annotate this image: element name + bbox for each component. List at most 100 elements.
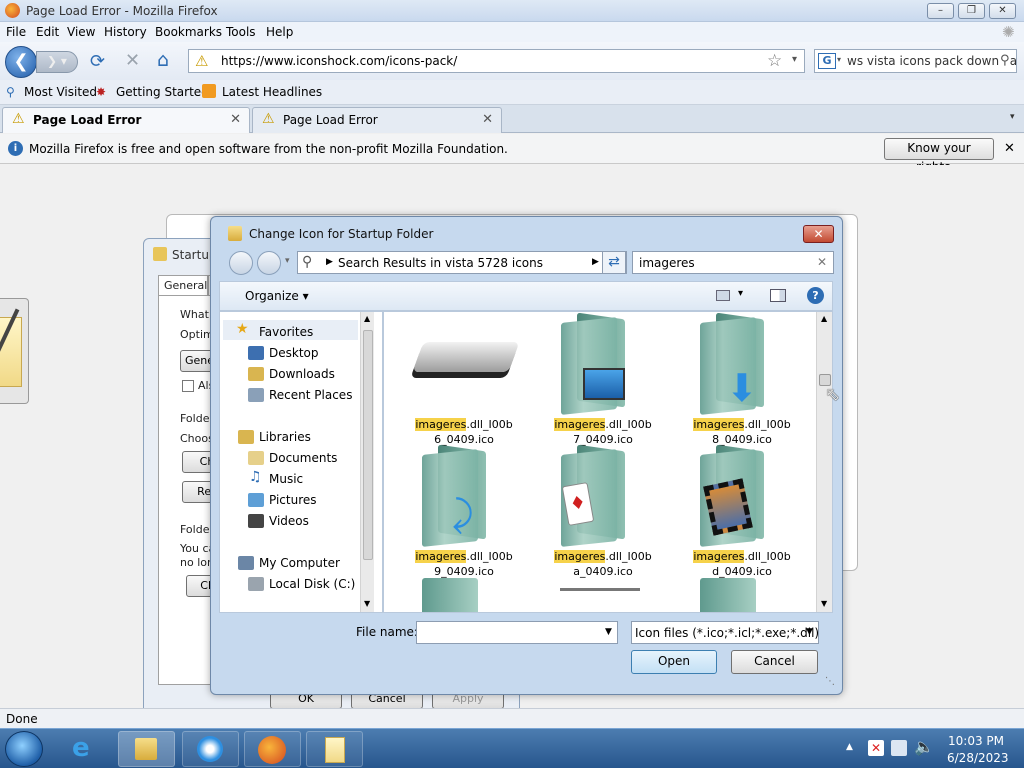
nav-local-disk[interactable]: Local Disk (C:) bbox=[269, 577, 355, 591]
file-name-input[interactable]: ▼ bbox=[416, 621, 618, 644]
list-item[interactable]: imageres.dll_I00b 7_0409.ico bbox=[535, 312, 671, 446]
nav-favorites[interactable]: Favorites bbox=[259, 325, 313, 339]
refresh-icon[interactable]: ⇄ bbox=[602, 251, 626, 274]
dialog-back-button[interactable] bbox=[229, 251, 253, 275]
address-bar[interactable]: ⚲ ▶ Search Results in vista 5728 icons ▶… bbox=[297, 251, 627, 274]
close-notification-icon[interactable]: ✕ bbox=[1004, 141, 1015, 156]
taskbar-firefox[interactable] bbox=[244, 731, 301, 767]
filename-match: imageres bbox=[554, 418, 606, 431]
close-tab-icon[interactable]: ✕ bbox=[482, 112, 493, 127]
preview-pane-icon[interactable] bbox=[770, 289, 786, 302]
breadcrumb-arrow-icon[interactable]: ▶ bbox=[592, 257, 599, 267]
nav-my-computer[interactable]: My Computer bbox=[259, 556, 340, 570]
list-item[interactable]: ⤸ imageres.dll_I00b 9_0409.ico bbox=[396, 444, 532, 578]
file-type-dropdown-icon[interactable]: ▼ bbox=[806, 627, 813, 637]
monitor-icon bbox=[583, 368, 625, 400]
nav-documents[interactable]: Documents bbox=[269, 451, 337, 465]
stop-icon[interactable]: ✕ bbox=[125, 50, 140, 71]
clear-search-icon[interactable]: ✕ bbox=[817, 255, 827, 269]
filename-text: .dll_I00b bbox=[744, 418, 791, 431]
menu-history[interactable]: History bbox=[104, 25, 147, 39]
know-your-rights-button[interactable]: Know your rights... bbox=[884, 138, 994, 174]
taskbar-explorer[interactable] bbox=[118, 731, 175, 767]
search-engine-dropdown-icon[interactable]: ▾ bbox=[837, 55, 841, 64]
nav-desktop[interactable]: Desktop bbox=[269, 346, 319, 360]
dialog-forward-button[interactable] bbox=[257, 251, 281, 275]
back-button[interactable]: ❮ bbox=[5, 46, 37, 78]
show-hidden-icons-icon[interactable]: ▲ bbox=[846, 742, 853, 752]
home-icon[interactable]: ⌂ bbox=[157, 49, 169, 71]
list-item[interactable] bbox=[700, 578, 756, 612]
menu-edit[interactable]: Edit bbox=[36, 25, 59, 39]
file-list-scrollbar[interactable]: ▲ ▼ bbox=[816, 312, 832, 612]
bookmark-getting-started[interactable]: Getting Started bbox=[116, 85, 209, 99]
clock-time[interactable]: 10:03 PM bbox=[948, 734, 1004, 748]
menu-view[interactable]: View bbox=[67, 25, 95, 39]
nav-downloads[interactable]: Downloads bbox=[269, 367, 335, 381]
views-dropdown-icon[interactable]: ▾ bbox=[738, 288, 743, 299]
list-item[interactable]: ⬇ imageres.dll_I00b 8_0409.ico bbox=[674, 312, 810, 446]
scroll-up-icon[interactable]: ▲ bbox=[821, 314, 827, 323]
taskbar-notepad-gadget[interactable] bbox=[306, 731, 363, 767]
menu-file[interactable]: File bbox=[6, 25, 26, 39]
help-icon[interactable]: ? bbox=[807, 287, 824, 304]
list-item[interactable] bbox=[560, 588, 640, 612]
forward-button[interactable]: ❯ ▾ bbox=[36, 51, 78, 73]
organize-button[interactable]: Organize ▾ bbox=[245, 289, 309, 303]
network-icon[interactable] bbox=[891, 740, 907, 756]
list-item[interactable]: ♦ imageres.dll_I00b a_0409.ico bbox=[535, 444, 671, 578]
also-apply-checkbox[interactable] bbox=[182, 380, 194, 392]
list-item[interactable] bbox=[422, 578, 478, 612]
scroll-up-icon[interactable]: ▲ bbox=[364, 314, 370, 323]
bookmark-most-visited[interactable]: Most Visited bbox=[24, 85, 97, 99]
open-button[interactable]: Open bbox=[631, 650, 717, 674]
action-center-icon[interactable]: ✕ bbox=[868, 740, 884, 756]
bookmark-star-icon[interactable]: ☆ bbox=[767, 51, 782, 71]
minimize-button[interactable]: – bbox=[927, 3, 954, 19]
web-search-input[interactable]: G ▾ ws vista icons pack downloa ⚲ bbox=[814, 49, 1017, 73]
close-tab-icon[interactable]: ✕ bbox=[230, 112, 241, 127]
taskbar-media-player[interactable] bbox=[182, 731, 239, 767]
views-icon[interactable] bbox=[716, 290, 730, 301]
menu-help[interactable]: Help bbox=[266, 25, 293, 39]
search-icon[interactable]: ⚲ bbox=[1000, 53, 1010, 68]
nav-music[interactable]: Music bbox=[269, 472, 303, 486]
clock-date[interactable]: 6/28/2023 bbox=[947, 751, 1009, 765]
volume-icon[interactable]: 🔈 bbox=[914, 737, 934, 756]
navigation-scrollbar[interactable]: ▲ ▼ bbox=[360, 312, 374, 612]
close-window-button[interactable]: ✕ bbox=[989, 3, 1016, 19]
nav-videos[interactable]: Videos bbox=[269, 514, 309, 528]
scroll-down-icon[interactable]: ▼ bbox=[364, 599, 370, 608]
cancel-button[interactable]: Cancel bbox=[731, 650, 818, 674]
search-engine-icon[interactable]: G bbox=[818, 53, 836, 69]
menu-tools[interactable]: Tools bbox=[226, 25, 256, 39]
file-type-select[interactable]: Icon files (*.ico;*.icl;*.exe;*.dll) ▼ bbox=[631, 621, 819, 644]
menu-bookmarks[interactable]: Bookmarks bbox=[155, 25, 222, 39]
url-bar[interactable]: ⚠ https://www.iconshock.com/icons-pack/ … bbox=[188, 49, 805, 73]
list-item[interactable]: imageres.dll_I00b 6_0409.ico bbox=[396, 312, 532, 446]
notepad-gadget[interactable] bbox=[0, 298, 29, 404]
nav-pictures[interactable]: Pictures bbox=[269, 493, 317, 507]
resize-grip-icon[interactable]: ⋱ bbox=[825, 676, 835, 687]
tab-page-load-error-1[interactable]: ⚠ Page Load Error ✕ bbox=[2, 107, 250, 133]
properties-tab-general[interactable]: General bbox=[158, 275, 208, 295]
bookmark-latest-headlines[interactable]: Latest Headlines bbox=[222, 85, 322, 99]
url-dropdown-icon[interactable]: ▾ bbox=[792, 54, 797, 65]
internet-explorer-icon[interactable]: e bbox=[72, 733, 90, 763]
scroll-down-icon[interactable]: ▼ bbox=[821, 599, 827, 608]
restore-button[interactable]: ❐ bbox=[958, 3, 985, 19]
recent-pages-dropdown-icon[interactable]: ▾ bbox=[285, 256, 290, 266]
nav-libraries[interactable]: Libraries bbox=[259, 430, 311, 444]
scrollbar-thumb[interactable] bbox=[363, 330, 373, 560]
list-item[interactable]: imageres.dll_I00b d_0409.ico bbox=[674, 444, 810, 578]
rss-feed-icon bbox=[202, 84, 216, 98]
folder-icon bbox=[135, 738, 157, 760]
tab-page-load-error-2[interactable]: ⚠ Page Load Error ✕ bbox=[252, 107, 502, 133]
dialog-search-input[interactable]: imageres ✕ bbox=[632, 251, 834, 274]
file-name-dropdown-icon[interactable]: ▼ bbox=[605, 627, 612, 637]
tab-list-dropdown-icon[interactable]: ▾ bbox=[1010, 112, 1015, 122]
dialog-close-button[interactable]: ✕ bbox=[803, 225, 834, 243]
reload-icon[interactable]: ⟳ bbox=[90, 51, 105, 72]
nav-recent-places[interactable]: Recent Places bbox=[269, 388, 352, 402]
start-button[interactable] bbox=[5, 731, 43, 767]
